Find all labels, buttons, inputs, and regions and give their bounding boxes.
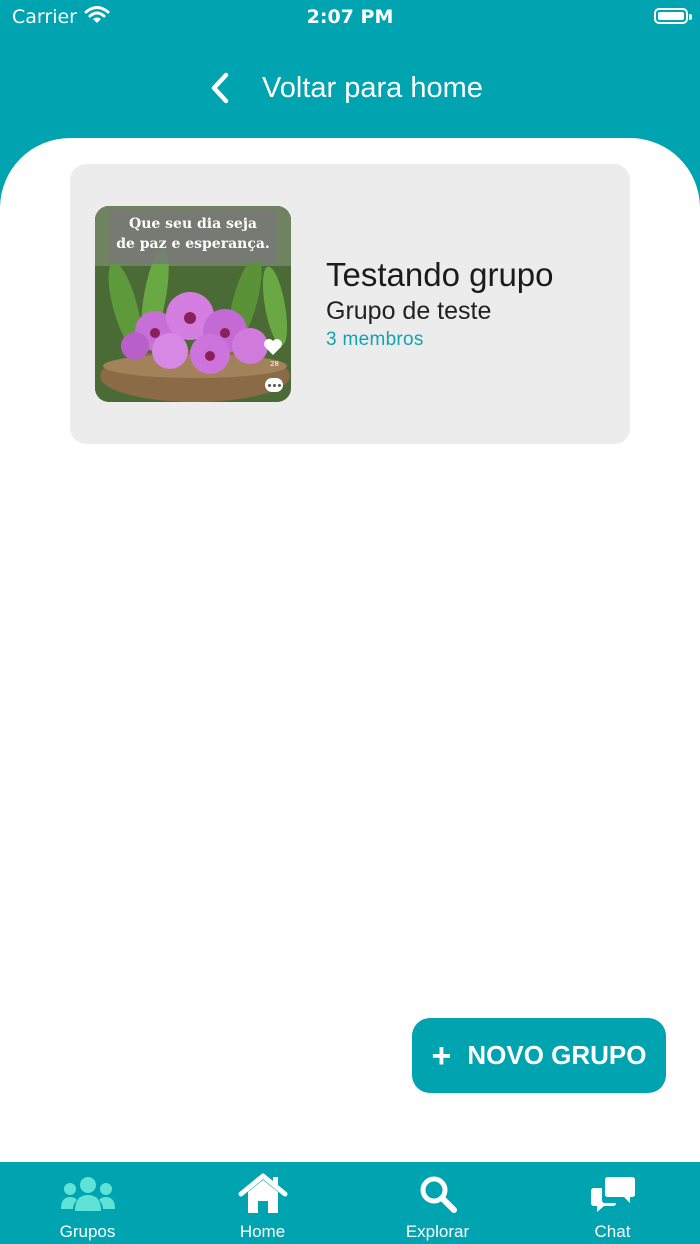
tab-grupos[interactable]: Grupos [0, 1162, 175, 1244]
tab-label-grupos: Grupos [59, 1222, 116, 1241]
top-navigation: Voltar para home [0, 60, 700, 116]
group-members-count: 3 membros [326, 329, 424, 350]
image-caption: Que seu dia seja de paz e esperança. [109, 210, 277, 264]
group-card[interactable]: Que seu dia seja de paz e esperança. 28 … [70, 164, 630, 444]
tab-bar: Grupos Home Explorar Chat [0, 1162, 700, 1244]
group-image: Que seu dia seja de paz e esperança. 28 [95, 206, 291, 402]
tab-home[interactable]: Home [175, 1162, 350, 1244]
plus-icon: + [431, 1036, 452, 1075]
more-icon [265, 378, 283, 392]
search-icon [418, 1172, 458, 1216]
heart-icon [263, 338, 283, 361]
group-description: Grupo de teste [326, 297, 492, 325]
main-content: Que seu dia seja de paz e esperança. 28 … [0, 138, 700, 1162]
tab-explorar[interactable]: Explorar [350, 1162, 525, 1244]
likes-count: 28 [270, 360, 279, 368]
battery-icon [654, 8, 692, 24]
tab-chat[interactable]: Chat [525, 1162, 700, 1244]
tab-label-chat: Chat [594, 1222, 631, 1241]
status-bar: Carrier 2:07 PM [0, 0, 700, 36]
new-group-button[interactable]: + NOVO GRUPO [412, 1018, 666, 1093]
clock: 2:07 PM [306, 6, 394, 28]
home-icon [238, 1172, 288, 1216]
back-to-home-button[interactable]: Voltar para home [200, 66, 520, 110]
back-label: Voltar para home [262, 71, 483, 104]
group-name: Testando grupo [326, 256, 554, 293]
chevron-left-icon [200, 72, 240, 104]
tab-label-home: Home [239, 1222, 286, 1241]
tab-label-explorar: Explorar [405, 1222, 470, 1241]
chat-icon [590, 1172, 636, 1216]
users-icon [60, 1172, 116, 1216]
new-group-label: NOVO GRUPO [467, 1040, 647, 1070]
